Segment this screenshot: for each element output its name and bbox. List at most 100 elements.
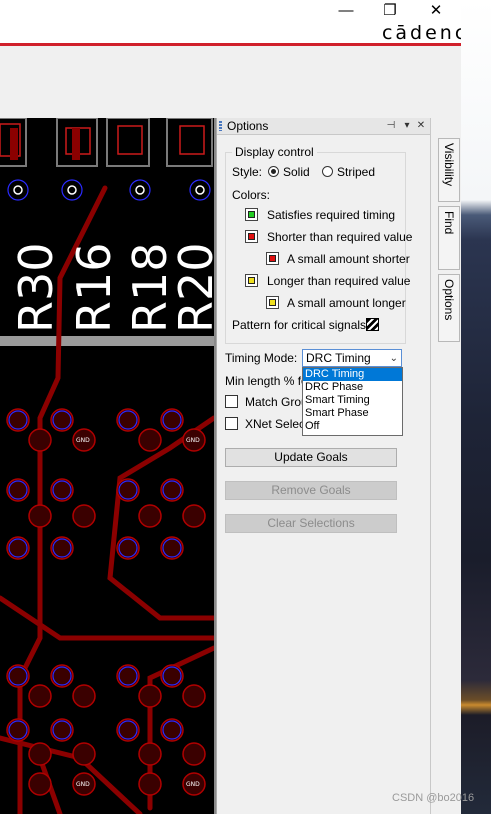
display-control-legend: Display control	[232, 145, 317, 159]
via-pad[interactable]	[160, 718, 184, 742]
pattern-label: Pattern for critical signals:	[232, 318, 370, 332]
remove-goals-button[interactable]: Remove Goals	[225, 481, 397, 500]
close-icon[interactable]: ✕	[421, 0, 451, 22]
via-pad[interactable]	[116, 478, 140, 502]
via-pad[interactable]	[28, 742, 52, 766]
via-pad[interactable]	[28, 504, 52, 528]
watermark: CSDN @bo2016	[392, 792, 475, 804]
via-pad[interactable]	[160, 478, 184, 502]
chevron-down-icon[interactable]: ⌄	[390, 351, 398, 366]
timing-mode-value: DRC Timing	[306, 351, 371, 365]
via-pad[interactable]	[182, 504, 206, 528]
match-group-label: Match Grou	[245, 395, 308, 409]
clear-selections-button[interactable]: Clear Selections	[225, 514, 397, 533]
via-pad[interactable]	[116, 408, 140, 432]
brand-header: cādence	[30, 22, 491, 44]
pcb-canvas[interactable]: GND GND GND GND R30 R16 R18 R20	[0, 118, 214, 814]
via-pad[interactable]	[160, 664, 184, 688]
option-drc-phase[interactable]: DRC Phase	[303, 381, 402, 394]
style-label: Style:	[232, 165, 263, 179]
via-pad[interactable]	[138, 772, 162, 796]
tab-options[interactable]: Options	[438, 274, 460, 342]
options-panel: Options ⊣ ▾ ✕ Display control Style: Sol…	[216, 118, 431, 814]
desktop-background	[461, 0, 491, 814]
timing-mode-dropdown: DRC Timing DRC Phase Smart Timing Smart …	[302, 367, 403, 436]
dropdown-icon[interactable]: ▾	[401, 118, 413, 134]
small-longer-label: A small amount longer	[287, 296, 406, 310]
via-pad[interactable]	[50, 408, 74, 432]
option-smart-timing[interactable]: Smart Timing	[303, 394, 402, 407]
via-pad[interactable]	[6, 718, 30, 742]
via-pad[interactable]	[72, 742, 96, 766]
style-striped-radio[interactable]	[322, 166, 333, 177]
style-solid-radio[interactable]	[268, 166, 279, 177]
via-pad[interactable]	[6, 664, 30, 688]
via-pad[interactable]	[160, 536, 184, 560]
small-shorter-color-swatch[interactable]	[266, 252, 279, 265]
min-length-label: Min length % for	[225, 374, 312, 388]
style-striped-label[interactable]: Striped	[337, 165, 375, 179]
tab-options-label: Options	[442, 279, 456, 321]
restore-icon[interactable]: ❐	[375, 0, 405, 22]
xnet-select-checkbox[interactable]	[225, 417, 238, 430]
satisfies-label: Satisfies required timing	[267, 208, 396, 222]
style-solid-label[interactable]: Solid	[283, 165, 310, 179]
via-pad[interactable]	[138, 504, 162, 528]
toolbar-area	[0, 46, 461, 118]
designator-r20[interactable]: R20	[169, 243, 214, 334]
update-goals-button[interactable]: Update Goals	[225, 448, 397, 467]
tab-find-label: Find	[442, 211, 456, 235]
via-pad[interactable]	[138, 428, 162, 452]
tab-find[interactable]: Find	[438, 206, 460, 270]
pad-label: GND	[76, 781, 90, 788]
via-pad[interactable]	[138, 742, 162, 766]
option-drc-timing[interactable]: DRC Timing	[303, 368, 402, 381]
xnet-select-label: XNet Select	[245, 417, 309, 431]
shorter-color-swatch[interactable]	[245, 230, 258, 243]
via-pad[interactable]	[72, 504, 96, 528]
via-pad[interactable]	[116, 664, 140, 688]
longer-label: Longer than required value	[267, 274, 411, 288]
pad-label: GND	[186, 437, 200, 444]
small-longer-color-swatch[interactable]	[266, 296, 279, 309]
via-pad[interactable]	[182, 684, 206, 708]
designator-r30[interactable]: R30	[9, 243, 63, 334]
shorter-label: Shorter than required value	[267, 230, 413, 244]
close-icon[interactable]: ✕	[415, 118, 427, 134]
match-group-checkbox[interactable]	[225, 395, 238, 408]
display-control-group: Display control Style: Solid Striped Col…	[225, 145, 412, 344]
critical-pattern-swatch[interactable]	[366, 318, 379, 331]
via-pad[interactable]	[50, 664, 74, 688]
via-pad[interactable]	[6, 478, 30, 502]
colors-label: Colors:	[232, 188, 271, 202]
small-shorter-label: A small amount shorter	[287, 252, 410, 266]
pad-label: GND	[186, 781, 200, 788]
minimize-icon[interactable]: —	[331, 0, 361, 22]
satisfies-color-swatch[interactable]	[245, 208, 258, 221]
option-smart-phase[interactable]: Smart Phase	[303, 407, 402, 420]
via-pad[interactable]	[28, 428, 52, 452]
via-pad[interactable]	[50, 536, 74, 560]
option-off[interactable]: Off	[303, 420, 402, 433]
via-pad[interactable]	[116, 718, 140, 742]
tab-visibility[interactable]: Visibility	[438, 138, 460, 202]
via-pad[interactable]	[138, 684, 162, 708]
via-pad[interactable]	[6, 408, 30, 432]
via-pad[interactable]	[116, 536, 140, 560]
pin-icon[interactable]: ⊣	[385, 118, 397, 134]
via-pad[interactable]	[72, 684, 96, 708]
via-pad[interactable]	[160, 408, 184, 432]
tab-visibility-label: Visibility	[442, 143, 456, 187]
timing-mode-label: Timing Mode:	[225, 351, 298, 365]
via-pad[interactable]	[182, 742, 206, 766]
panel-grip-icon[interactable]	[219, 121, 222, 131]
designator-r16[interactable]: R16	[67, 243, 121, 334]
timing-mode-select[interactable]: DRC Timing ⌄	[302, 349, 402, 367]
via-pad[interactable]	[50, 718, 74, 742]
via-pad[interactable]	[28, 684, 52, 708]
via-pad[interactable]	[28, 772, 52, 796]
via-pad[interactable]	[50, 478, 74, 502]
longer-color-swatch[interactable]	[245, 274, 258, 287]
via-pad[interactable]	[6, 536, 30, 560]
panel-header[interactable]: Options ⊣ ▾ ✕	[217, 118, 431, 135]
